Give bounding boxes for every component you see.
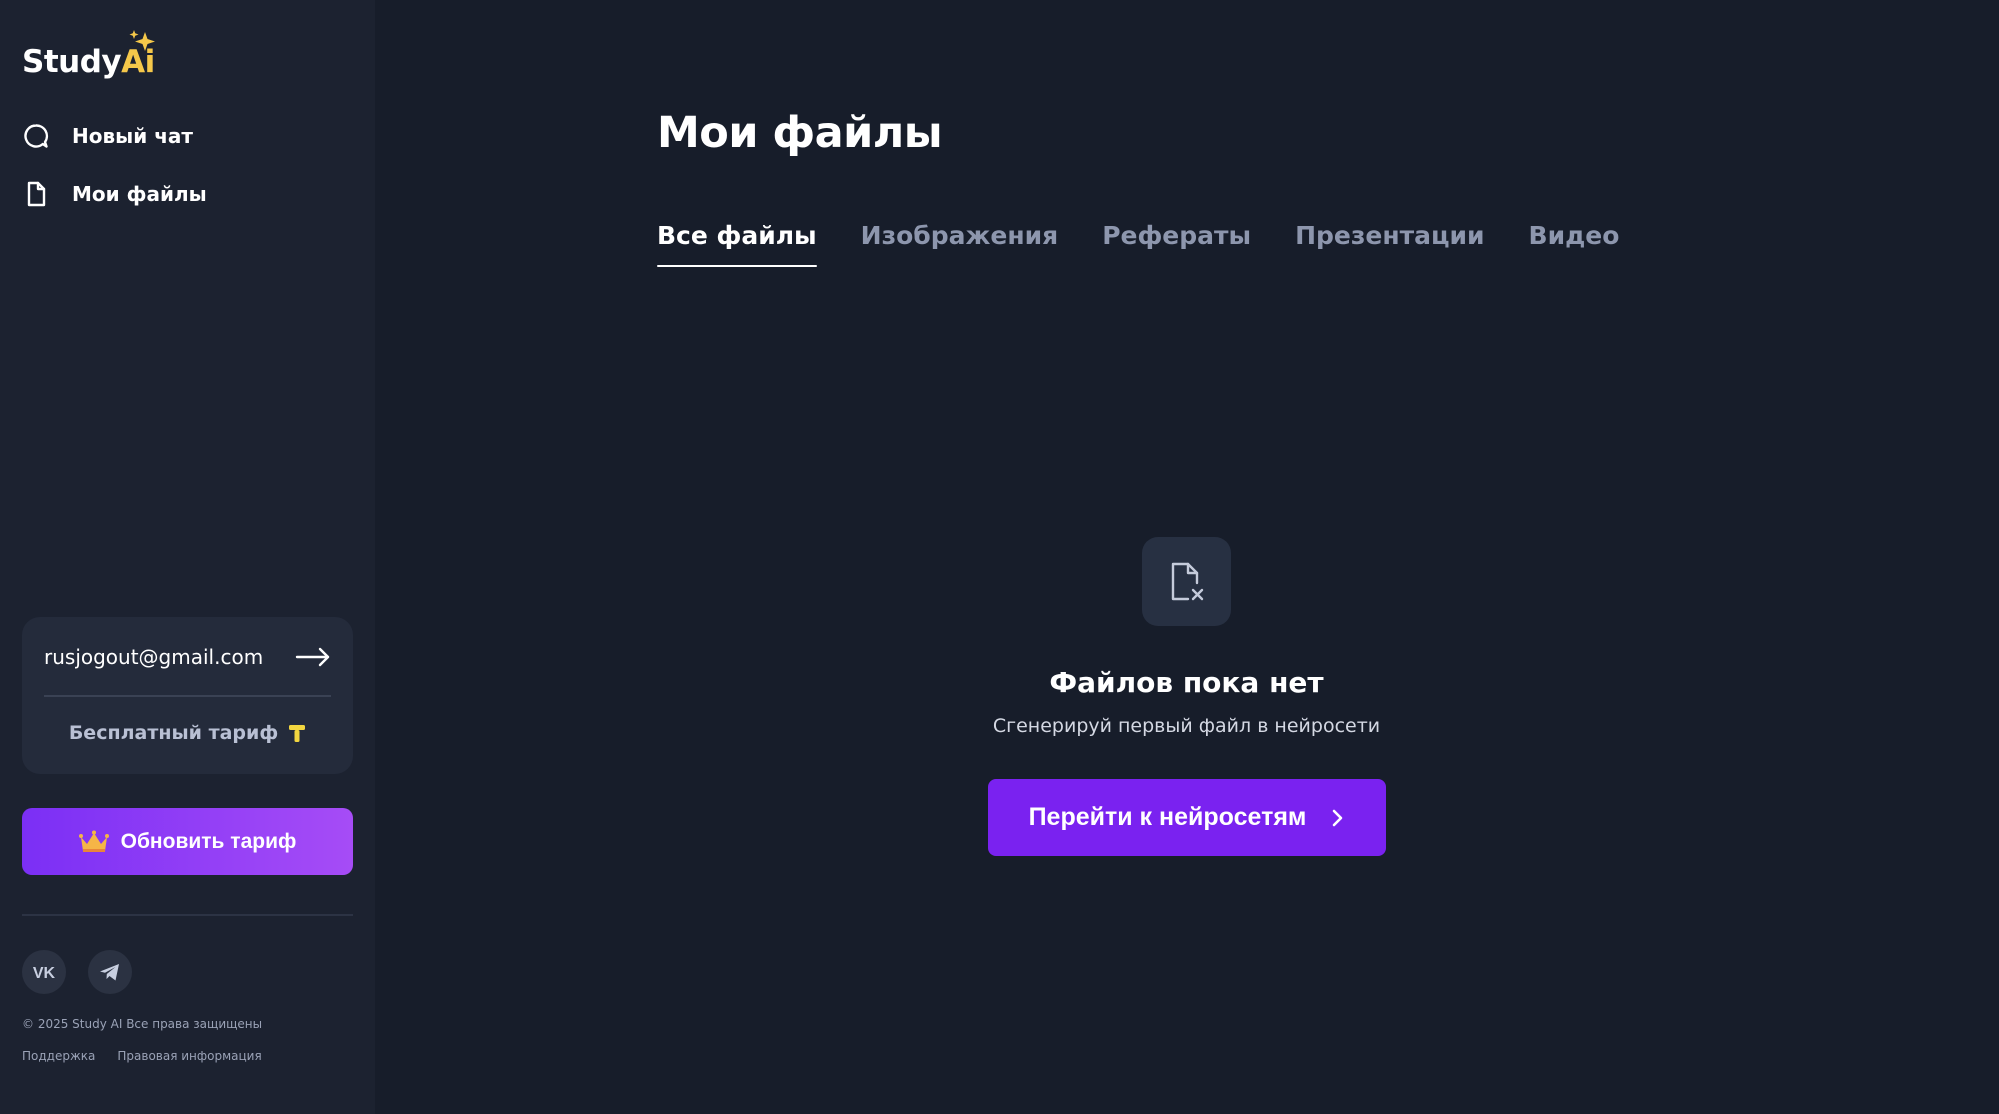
file-tabs: Все файлы Изображения Рефераты Презентац… [657,221,1663,267]
arrow-right-icon[interactable] [295,645,331,669]
nav-item-label: Мои файлы [72,182,207,206]
go-to-neural-networks-button[interactable]: Перейти к нейросетям [987,779,1386,856]
nav-item-new-chat[interactable]: Новый чат [22,116,352,156]
chat-bubble-icon [24,124,49,148]
empty-icon-box [1142,537,1231,626]
plan-row: Бесплатный тариф [22,722,353,744]
sidebar-nav: Новый чат Мои файлы [22,116,352,232]
file-icon [27,181,46,207]
copyright-text: © 2025 Study AI Все права защищены [22,1017,263,1031]
vk-icon: VK [33,965,56,982]
svg-text:VK: VK [33,965,56,982]
app-root: StudyAi Новый чат Мои файлы rusjogout@gm… [0,0,1999,1114]
vk-link[interactable]: VK [22,950,66,994]
footer-links: Поддержка Правовая информация [22,1049,284,1063]
tab-essays[interactable]: Рефераты [1102,221,1251,267]
go-to-neural-networks-label: Перейти к нейросетям [1028,803,1307,831]
empty-state-title: Файлов пока нет [1049,666,1324,699]
tab-presentations[interactable]: Презентации [1295,221,1484,267]
sparkle-icon [129,30,155,51]
social-links: VK [22,950,154,994]
tier-badge-icon [289,725,306,742]
upgrade-plan-button[interactable]: Обновить тариф [22,808,353,875]
page-title: Мои файлы [657,108,943,158]
support-link[interactable]: Поддержка [22,1049,95,1063]
tab-video[interactable]: Видео [1529,221,1620,267]
account-email: rusjogout@gmail.com [44,645,264,669]
nav-item-my-files[interactable]: Мои файлы [22,174,352,214]
logo[interactable]: StudyAi [22,30,155,80]
tab-images[interactable]: Изображения [861,221,1059,267]
upgrade-plan-label: Обновить тариф [120,829,297,853]
chevron-right-icon [1333,809,1343,826]
empty-state: Файлов пока нет Сгенерируй первый файл в… [985,537,1388,856]
account-row: rusjogout@gmail.com [44,642,331,672]
account-card: rusjogout@gmail.com Бесплатный тариф [22,617,353,774]
nav-item-label: Новый чат [72,124,194,148]
telegram-link[interactable] [88,950,132,994]
crown-icon [78,830,109,852]
plan-label: Бесплатный тариф [68,722,279,744]
file-x-icon [1171,562,1203,600]
sidebar: StudyAi Новый чат Мои файлы rusjogout@gm… [0,0,375,1114]
telegram-icon [100,964,119,981]
account-divider [44,695,331,697]
empty-state-subtitle: Сгенерируй первый файл в нейросети [992,715,1381,737]
tab-all-files[interactable]: Все файлы [657,221,817,267]
legal-info-link[interactable]: Правовая информация [117,1049,261,1063]
sidebar-divider [22,914,353,916]
